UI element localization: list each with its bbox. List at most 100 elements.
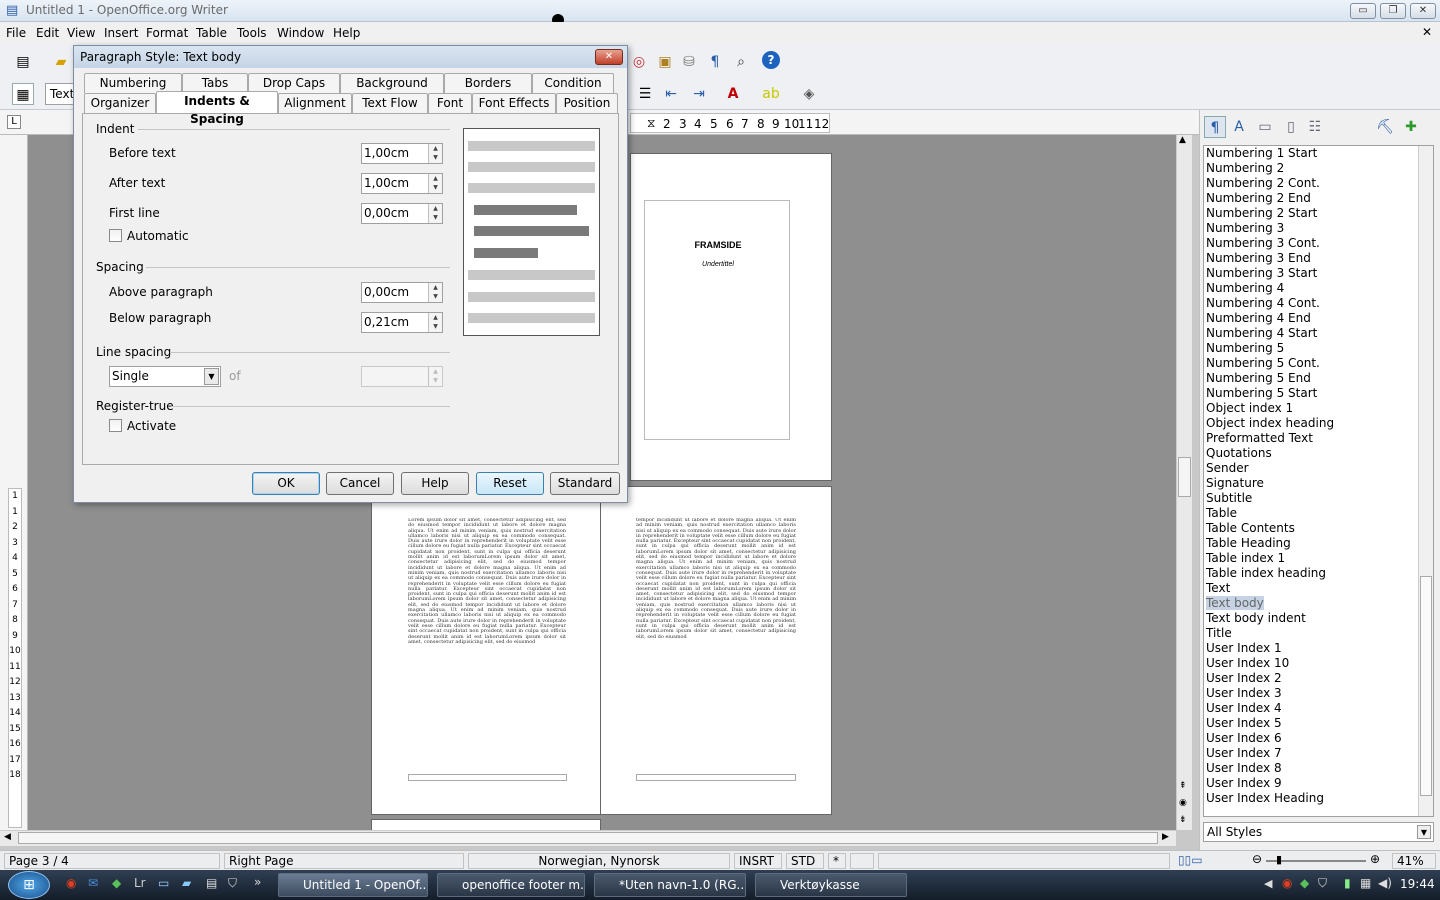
style-item[interactable]: User Index 3: [1204, 686, 1433, 701]
menu-edit[interactable]: Edit: [36, 26, 59, 40]
menu-table[interactable]: Table: [196, 26, 227, 40]
help-icon[interactable]: ?: [762, 51, 780, 69]
style-item[interactable]: User Index 8: [1204, 761, 1433, 776]
tray-firefox-icon[interactable]: ◉: [1282, 876, 1292, 890]
minimize-button[interactable]: ▭: [1350, 3, 1376, 19]
style-item[interactable]: Subtitle: [1204, 491, 1433, 506]
above-paragraph-field[interactable]: 0,00cm ▲ ▼: [361, 282, 443, 303]
style-item[interactable]: User Index 2: [1204, 671, 1433, 686]
style-item[interactable]: User Index Heading: [1204, 791, 1433, 806]
signature-indicator[interactable]: [850, 853, 874, 869]
tab-tabs[interactable]: Tabs: [182, 73, 248, 93]
style-item[interactable]: Signature: [1204, 476, 1433, 491]
stepper-arrows-icon[interactable]: ▲ ▼: [428, 144, 442, 163]
style-item[interactable]: Sender: [1204, 461, 1433, 476]
zoom-slider-thumb[interactable]: ▮: [1276, 853, 1282, 866]
cover-title[interactable]: FRAMSIDE: [645, 240, 791, 250]
style-item[interactable]: Text body indent: [1204, 611, 1433, 626]
left-page-text[interactable]: Lorem ipsum dolor sit amet, consectetur …: [408, 518, 566, 766]
task-firefox[interactable]: openoffice footer m...: [437, 873, 585, 897]
volume-icon[interactable]: ◀): [1378, 876, 1392, 890]
background-color-icon[interactable]: ◈: [798, 83, 820, 105]
insert-mode-indicator[interactable]: INSRT: [734, 853, 782, 869]
chevron-down-icon[interactable]: ▼: [204, 368, 219, 385]
frame-styles-icon[interactable]: ▭: [1254, 116, 1276, 138]
more-quicklaunch-icon[interactable]: »: [254, 875, 261, 889]
style-item[interactable]: Numbering 3: [1204, 221, 1433, 236]
vertical-scrollbar[interactable]: ▲ ⇞ ◉ ⇟: [1176, 135, 1192, 830]
style-item[interactable]: Table: [1204, 506, 1433, 521]
standard-button[interactable]: Standard: [550, 472, 620, 495]
new-style-icon[interactable]: ✚: [1400, 116, 1422, 138]
line-spacing-select[interactable]: Single ▼: [109, 366, 221, 387]
restore-button[interactable]: ❐: [1380, 3, 1406, 19]
scroll-left-arrow[interactable]: ◀: [4, 832, 11, 842]
style-item[interactable]: User Index 7: [1204, 746, 1433, 761]
automatic-checkbox[interactable]: [109, 229, 122, 242]
task-image-editor[interactable]: *Uten navn-1.0 (RG...: [594, 873, 746, 897]
zoom-out-icon[interactable]: ⊖: [1252, 852, 1262, 866]
style-item[interactable]: User Index 5: [1204, 716, 1433, 731]
style-item[interactable]: Numbering 3 End: [1204, 251, 1433, 266]
explorer-icon[interactable]: ▰: [182, 876, 191, 890]
tab-condition[interactable]: Condition: [532, 73, 614, 93]
style-item[interactable]: Object index heading: [1204, 416, 1433, 431]
paragraph-styles-icon[interactable]: ¶: [1204, 116, 1226, 138]
character-styles-icon[interactable]: A: [1228, 116, 1250, 138]
menu-window[interactable]: Window: [277, 26, 324, 40]
style-item[interactable]: Title: [1204, 626, 1433, 641]
view-layout-icon[interactable]: ▯▯▭: [1178, 853, 1203, 867]
style-item[interactable]: Numbering 5 End: [1204, 371, 1433, 386]
page-styles-icon[interactable]: ▯: [1280, 116, 1302, 138]
style-item[interactable]: Table Contents: [1204, 521, 1433, 536]
clock[interactable]: 19:44: [1400, 877, 1435, 891]
style-item[interactable]: Numbering 5 Start: [1204, 386, 1433, 401]
selection-mode-indicator[interactable]: STD: [786, 853, 824, 869]
zoom-in-icon[interactable]: ⊕: [1370, 852, 1380, 866]
horizontal-scrollbar[interactable]: ◀ ▶: [0, 830, 1176, 846]
shield-icon[interactable]: ⛉: [228, 876, 237, 891]
tab-position[interactable]: Position: [556, 93, 618, 113]
left-footer[interactable]: [408, 774, 567, 781]
new-document-icon[interactable]: ▤: [12, 51, 34, 73]
dialog-close-button[interactable]: ✕: [595, 49, 623, 65]
before-text-field[interactable]: 1,00cm ▲ ▼: [361, 143, 443, 164]
menu-view[interactable]: View: [67, 26, 95, 40]
battery-icon[interactable]: ▮: [1344, 876, 1351, 890]
style-item[interactable]: Numbering 5 Cont.: [1204, 356, 1433, 371]
style-item[interactable]: Numbering 2: [1204, 161, 1433, 176]
mail-icon[interactable]: ✉: [88, 876, 98, 890]
hscroll-thumb[interactable]: [18, 832, 1158, 844]
right-page-text[interactable]: tempor incididunt ut labore et dolore ma…: [636, 518, 796, 762]
style-item[interactable]: Numbering 5: [1204, 341, 1433, 356]
style-item[interactable]: Numbering 2 Cont.: [1204, 176, 1433, 191]
lightroom-icon[interactable]: Lr: [134, 876, 146, 890]
list-styles-icon[interactable]: ☷: [1304, 116, 1326, 138]
style-item[interactable]: User Index 10: [1204, 656, 1433, 671]
stepper-arrows-icon[interactable]: ▲ ▼: [428, 174, 442, 193]
close-document-button[interactable]: ✕: [1422, 25, 1432, 39]
menu-help[interactable]: Help: [333, 26, 360, 40]
chevron-down-icon[interactable]: ▼: [1417, 825, 1431, 839]
page-indicator[interactable]: Page 3 / 4: [4, 853, 220, 869]
font-color-icon[interactable]: A: [722, 83, 744, 105]
style-item[interactable]: Table index 1: [1204, 551, 1433, 566]
previous-page-icon[interactable]: ⇞: [1179, 781, 1187, 791]
style-filter-select[interactable]: All Styles ▼: [1203, 822, 1434, 842]
highlight-icon[interactable]: ab: [760, 83, 782, 105]
navigator-icon[interactable]: ◎: [628, 51, 650, 73]
scroll-right-arrow[interactable]: ▶: [1162, 832, 1169, 842]
tab-text-flow[interactable]: Text Flow: [352, 93, 428, 113]
tab-borders[interactable]: Borders: [444, 73, 532, 93]
close-window-button[interactable]: ✕: [1410, 3, 1436, 19]
below-paragraph-field[interactable]: 0,21cm ▲ ▼: [361, 312, 443, 333]
right-footer[interactable]: [636, 774, 796, 781]
style-item[interactable]: Numbering 4 Start: [1204, 326, 1433, 341]
gallery-icon[interactable]: ▣: [654, 51, 676, 73]
style-item[interactable]: Object index 1: [1204, 401, 1433, 416]
style-item[interactable]: Numbering 2 Start: [1204, 206, 1433, 221]
open-folder-icon[interactable]: ▰: [50, 51, 72, 73]
tray-expand-icon[interactable]: ◀: [1264, 877, 1272, 890]
data-sources-icon[interactable]: ⛁: [678, 51, 700, 73]
decrease-indent-icon[interactable]: ⇤: [660, 83, 682, 105]
